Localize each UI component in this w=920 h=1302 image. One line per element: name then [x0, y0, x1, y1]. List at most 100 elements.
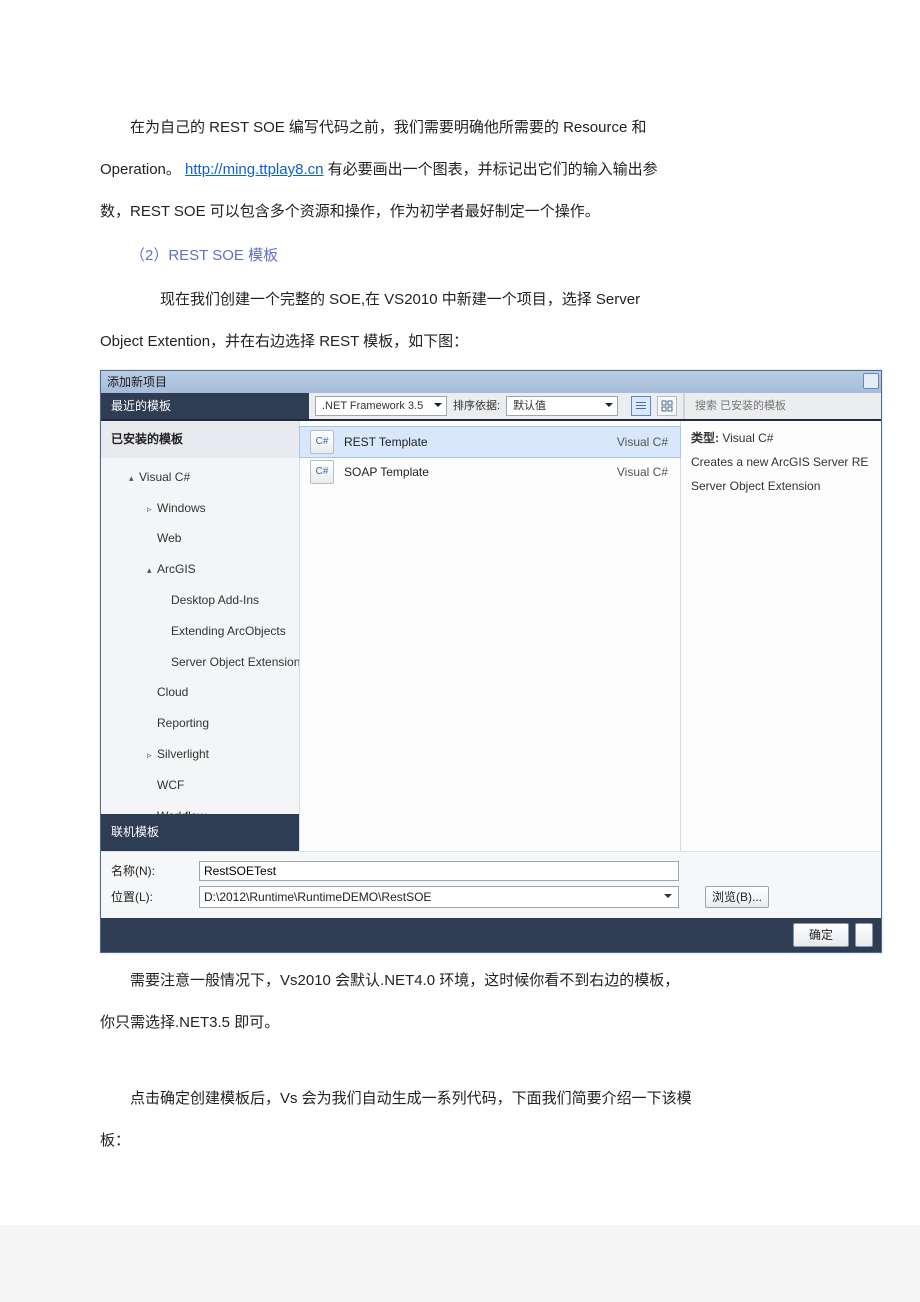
- text: 板：: [100, 1132, 130, 1149]
- sort-by-label: 排序依据:: [453, 393, 500, 419]
- tree-node[interactable]: Workflow: [101, 801, 299, 815]
- name-row: 名称(N):: [111, 858, 871, 884]
- tree-node[interactable]: WCF: [101, 770, 299, 801]
- tree-node[interactable]: Reporting: [101, 708, 299, 739]
- tree-node-label: Silverlight: [157, 747, 209, 761]
- name-label: 名称(N):: [111, 857, 191, 886]
- template-item[interactable]: C# REST Template Visual C#: [300, 427, 680, 457]
- tree-arrow-icon: ▹: [147, 745, 157, 767]
- template-icon: C#: [310, 430, 334, 454]
- tree-node[interactable]: ▴ArcGIS: [101, 554, 299, 585]
- paragraph: 在为自己的 REST SOE 编写代码之前，我们需要明确他所需要的 Resour…: [100, 110, 820, 146]
- tree-node[interactable]: ▴Visual C#: [101, 462, 299, 493]
- tree-node-label: Visual C#: [139, 470, 190, 484]
- browse-button[interactable]: 浏览(B)...: [705, 886, 769, 908]
- text: 有必要画出一个图表，并标记出它们的输入输出参: [328, 161, 658, 178]
- location-label: 位置(L):: [111, 883, 191, 912]
- framework-combo[interactable]: .NET Framework 3.5: [315, 396, 447, 416]
- template-language: Visual C#: [617, 428, 668, 457]
- search-input[interactable]: [693, 399, 873, 413]
- tree-node[interactable]: Desktop Add-Ins: [101, 585, 299, 616]
- template-list: C# REST Template Visual C#C#SOAP TemplateV…: [300, 421, 681, 851]
- tree-node-label: WCF: [157, 778, 184, 792]
- template-language: Visual C#: [617, 458, 668, 487]
- grid-icon: [661, 400, 673, 412]
- dialog-body: 已安装的模板 ▴Visual C#▹WindowsWeb▴ArcGISDeskt…: [101, 421, 881, 851]
- paragraph: 数，REST SOE 可以包含多个资源和操作，作为初学者最好制定一个操作。: [100, 194, 820, 230]
- text: （2）REST SOE 模板: [130, 247, 278, 264]
- cancel-button-cut[interactable]: [855, 923, 873, 947]
- add-new-project-dialog: 添加新项目 最近的模板 .NET Framework 3.5 排序依据: 默认值: [100, 370, 882, 953]
- text: Operation。: [100, 161, 181, 178]
- tree-node[interactable]: Extending ArcObjects: [101, 616, 299, 647]
- tree-node-label: ArcGIS: [157, 562, 196, 576]
- link[interactable]: http://ming.ttplay8.cn: [185, 161, 323, 178]
- paragraph: 你只需选择.NET3.5 即可。: [100, 1005, 820, 1041]
- template-tree[interactable]: ▴Visual C#▹WindowsWeb▴ArcGISDesktop Add-…: [101, 458, 299, 814]
- location-value: D:\2012\Runtime\RuntimeDEMO\RestSOE: [204, 883, 431, 912]
- paragraph: 板：: [100, 1123, 820, 1159]
- document-page: 在为自己的 REST SOE 编写代码之前，我们需要明确他所需要的 Resour…: [0, 0, 920, 1225]
- section-heading: （2）REST SOE 模板: [100, 238, 820, 274]
- combo-value: 默认值: [513, 393, 546, 419]
- template-name: REST Template: [344, 428, 607, 457]
- text: 你只需选择.NET3.5 即可。: [100, 1014, 279, 1031]
- paragraph: 需要注意一般情况下，Vs2010 会默认.NET4.0 环境，这时候你看不到右边…: [100, 963, 820, 999]
- tree-arrow-icon: ▹: [147, 499, 157, 521]
- tree-node-label: Server Object Extensions: [171, 655, 299, 669]
- tree-node[interactable]: ▹Windows: [101, 493, 299, 524]
- tree-node-label: Reporting: [157, 716, 209, 730]
- tree-arrow-icon: ▴: [147, 560, 157, 582]
- text: 现在我们创建一个完整的 SOE,在 VS2010 中新建一个项目，选择 Serv…: [160, 291, 640, 308]
- dialog-title-text: 添加新项目: [107, 368, 167, 397]
- text: 在为自己的 REST SOE 编写代码之前，我们需要明确他所需要的 Resour…: [130, 119, 646, 136]
- view-grid-button[interactable]: [657, 396, 677, 416]
- paragraph: 现在我们创建一个完整的 SOE,在 VS2010 中新建一个项目，选择 Serv…: [100, 282, 820, 318]
- text: 数，REST SOE 可以包含多个资源和操作，作为初学者最好制定一个操作。: [100, 203, 600, 220]
- window-button[interactable]: [863, 373, 879, 389]
- preview-type-value: Visual C#: [719, 431, 773, 445]
- combo-value: .NET Framework 3.5: [322, 393, 423, 419]
- name-input[interactable]: [199, 861, 679, 881]
- templates-sidebar: 已安装的模板 ▴Visual C#▹WindowsWeb▴ArcGISDeskt…: [101, 421, 300, 851]
- tree-node[interactable]: Cloud: [101, 677, 299, 708]
- preview-desc-line2: Server Object Extension: [691, 477, 871, 495]
- tree-node[interactable]: ▹Silverlight: [101, 739, 299, 770]
- text: Object Extention，并在右边选择 REST 模板，如下图：: [100, 333, 468, 350]
- paragraph: Operation。 http://ming.ttplay8.cn 有必要画出一…: [100, 152, 820, 188]
- template-item[interactable]: C#SOAP TemplateVisual C#: [300, 457, 680, 487]
- dialog-fields: 名称(N): 位置(L): D:\2012\Runtime\RuntimeDEM…: [101, 851, 881, 918]
- preview-type-label: 类型:: [691, 431, 719, 445]
- dialog-bottom-bar: 确定: [101, 918, 881, 952]
- tree-node-label: Cloud: [157, 685, 188, 699]
- dialog-titlebar[interactable]: 添加新项目: [101, 371, 881, 393]
- tree-node-label: Windows: [157, 501, 206, 515]
- paragraph: 点击确定创建模板后，Vs 会为我们自动生成一系列代码，下面我们简要介绍一下该模: [100, 1081, 820, 1117]
- preview-desc-line1: Creates a new ArcGIS Server RE: [691, 453, 871, 471]
- paragraph: Object Extention，并在右边选择 REST 模板，如下图：: [100, 324, 820, 360]
- text: 需要注意一般情况下，Vs2010 会默认.NET4.0 环境，这时候你看不到右边…: [130, 972, 679, 989]
- location-combo[interactable]: D:\2012\Runtime\RuntimeDEMO\RestSOE: [199, 886, 679, 908]
- location-row: 位置(L): D:\2012\Runtime\RuntimeDEMO\RestS…: [111, 884, 871, 910]
- template-preview-pane: 类型: Visual C# Creates a new ArcGIS Serve…: [681, 421, 881, 851]
- recent-templates-header[interactable]: 最近的模板: [101, 393, 309, 419]
- toolbar-middle: .NET Framework 3.5 排序依据: 默认值: [309, 393, 683, 419]
- preview-type-line: 类型: Visual C#: [691, 429, 871, 447]
- view-list-button[interactable]: [631, 396, 651, 416]
- search-box[interactable]: [683, 393, 881, 419]
- ok-button[interactable]: 确定: [793, 923, 849, 947]
- tree-node-label: Desktop Add-Ins: [171, 593, 259, 607]
- installed-templates-header[interactable]: 已安装的模板: [101, 421, 299, 458]
- online-templates-footer[interactable]: 联机模板: [101, 814, 299, 851]
- dialog-toolbar: 最近的模板 .NET Framework 3.5 排序依据: 默认值: [101, 393, 881, 421]
- dialog-screenshot: 添加新项目 最近的模板 .NET Framework 3.5 排序依据: 默认值: [100, 370, 880, 953]
- tree-node[interactable]: Web: [101, 523, 299, 554]
- sort-by-combo[interactable]: 默认值: [506, 396, 618, 416]
- text: 联机模板: [111, 825, 159, 839]
- text: 点击确定创建模板后，Vs 会为我们自动生成一系列代码，下面我们简要介绍一下该模: [130, 1090, 692, 1107]
- tree-node-label: Extending ArcObjects: [171, 624, 286, 638]
- tree-node[interactable]: Server Object Extensions: [101, 647, 299, 678]
- text: 已安装的模板: [111, 432, 183, 446]
- template-icon: C#: [310, 460, 334, 484]
- tree-node-label: Web: [157, 531, 181, 545]
